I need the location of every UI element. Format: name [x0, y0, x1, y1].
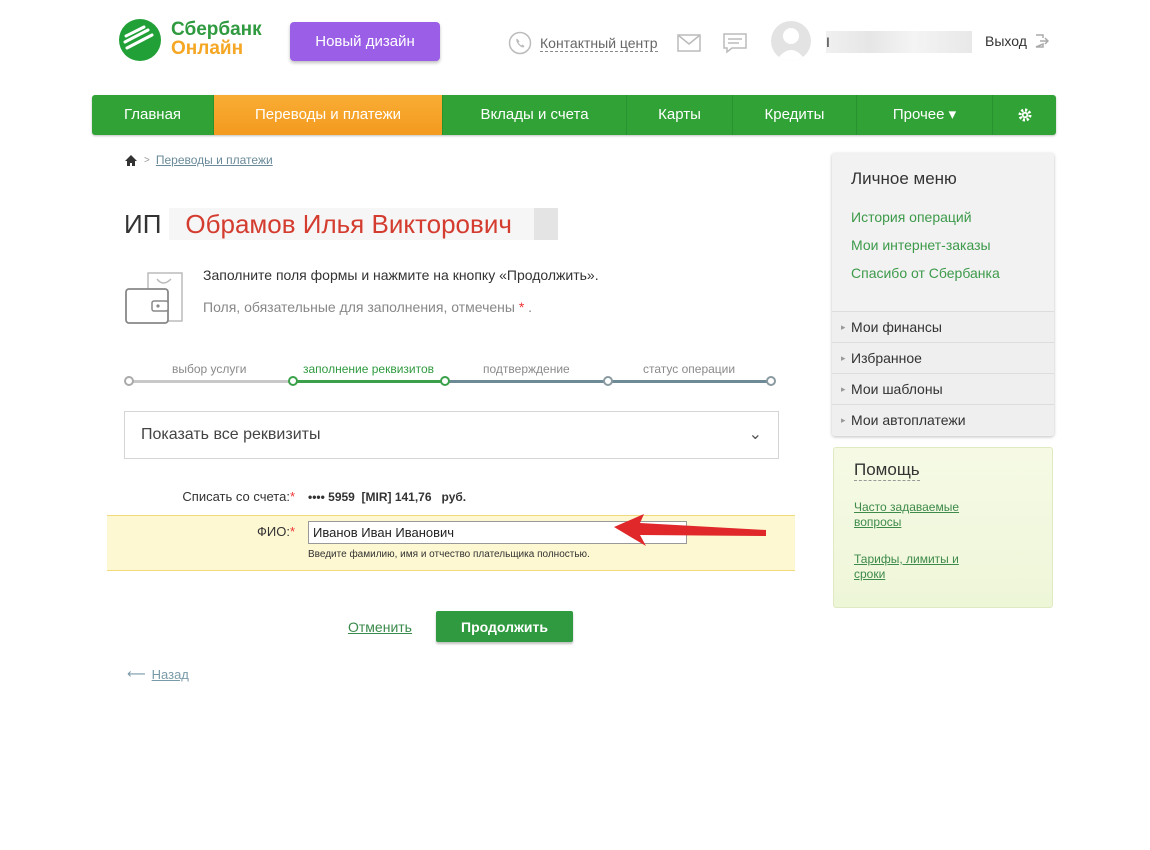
section-autopayments[interactable]: Мои автоплатежи [832, 404, 1054, 435]
step-label-service: выбор услуги [172, 362, 247, 376]
link-faq[interactable]: Часто задаваемые вопросы [854, 500, 984, 530]
debit-account-label: Списать со счета:* [140, 489, 295, 504]
title-prefix: ИП [124, 208, 162, 239]
sberbank-logo-icon[interactable] [118, 18, 162, 62]
required-note-dot: . [528, 299, 533, 315]
user-initial: I [826, 34, 830, 50]
gear-icon [1018, 108, 1031, 122]
cancel-link[interactable]: Отменить [348, 619, 412, 635]
logo-line1: Сбербанк [171, 19, 262, 40]
required-note-text: Поля, обязательные для заполнения, отмеч… [203, 299, 515, 315]
nav-item-cards[interactable]: Карты [627, 95, 733, 135]
chevron-down-icon: ⌄ [748, 426, 762, 443]
breadcrumb: > Переводы и платежи [124, 153, 273, 167]
nav-item-main[interactable]: Главная [92, 95, 214, 135]
avatar[interactable] [771, 21, 811, 61]
section-my-templates[interactable]: Мои шаблоны [832, 373, 1054, 404]
required-star: * [289, 489, 295, 504]
logout-link[interactable]: Выход [985, 33, 1049, 49]
nav-item-deposits[interactable]: Вклады и счета [443, 95, 627, 135]
nav-item-settings[interactable] [993, 95, 1056, 135]
link-spasibo[interactable]: Спасибо от Сбербанка [851, 265, 1000, 281]
red-arrow-annotation-icon [614, 514, 766, 546]
step-label-confirm: подтверждение [483, 362, 570, 376]
continue-button[interactable]: Продолжить [436, 611, 573, 642]
step-label-status: статус операции [643, 362, 736, 376]
instruction-text: Заполните поля формы и нажмите на кнопку… [203, 267, 599, 283]
logo-text[interactable]: Сбербанк Онлайн [171, 20, 262, 58]
arrow-left-icon: ⟵ [127, 666, 146, 681]
logout-label: Выход [985, 33, 1027, 49]
nav-item-transfers[interactable]: Переводы и платежи [214, 95, 443, 135]
section-favorites[interactable]: Избранное [832, 342, 1054, 373]
step-line-1 [128, 380, 292, 383]
fio-label-text: ФИО: [256, 524, 290, 539]
link-internet-orders[interactable]: Мои интернет-заказы [851, 237, 991, 253]
user-icon [776, 28, 806, 61]
wallet-form-icon [125, 272, 183, 324]
link-operations-history[interactable]: История операций [851, 209, 972, 225]
breadcrumb-transfers[interactable]: Переводы и платежи [156, 153, 273, 167]
nav-item-other[interactable]: Прочее ▾ [857, 95, 993, 135]
contact-center-link[interactable]: Контактный центр [508, 31, 658, 55]
fio-hint: Введите фамилию, имя и отчество плательщ… [308, 549, 590, 560]
help-title[interactable]: Помощь [854, 460, 920, 481]
chat-icon[interactable] [722, 32, 748, 54]
phone-icon [508, 31, 532, 55]
show-all-details-label: Показать все реквизиты [141, 426, 321, 443]
nav-item-credits[interactable]: Кредиты [733, 95, 857, 135]
section-my-finances[interactable]: Мои финансы [832, 311, 1054, 342]
required-star: * [289, 524, 295, 539]
user-name[interactable]: I [826, 31, 972, 53]
required-note: Поля, обязательные для заполнения, отмеч… [203, 299, 532, 315]
page-title: ИП Обрамов Илья Викторович [124, 208, 558, 240]
step-line-2 [292, 380, 445, 383]
logout-icon [1035, 34, 1049, 48]
step-dot-1 [124, 376, 134, 386]
progress-steps: выбор услуги заполнение реквизитов подтв… [124, 360, 780, 390]
debit-account-value: •••• 5959 [MIR] 141,76 руб. [308, 490, 467, 504]
new-design-button[interactable]: Новый дизайн [290, 22, 440, 61]
main-nav: Главная Переводы и платежи Вклады и счет… [92, 95, 1056, 135]
breadcrumb-separator-icon: > [144, 154, 150, 166]
step-dot-3 [440, 376, 450, 386]
step-dot-2 [288, 376, 298, 386]
step-label-details: заполнение реквизитов [303, 362, 435, 376]
back-label: Назад [151, 666, 189, 682]
step-dot-5 [766, 376, 776, 386]
mail-icon[interactable] [677, 34, 701, 52]
step-dot-4 [603, 376, 613, 386]
personal-menu-title: Личное меню [851, 169, 957, 188]
fio-label: ФИО:* [160, 524, 295, 539]
recipient-name: Обрамов Илья Викторович [169, 208, 558, 240]
debit-account-label-text: Списать со счета: [182, 489, 290, 504]
show-all-details-toggle[interactable]: Показать все реквизиты ⌄ [124, 411, 779, 459]
required-star: * [518, 299, 525, 315]
logo-line2: Онлайн [171, 38, 244, 59]
home-icon[interactable] [124, 154, 138, 167]
contact-center-label: Контактный центр [540, 34, 658, 52]
link-tariffs-limits[interactable]: Тарифы, лимиты и сроки [854, 552, 984, 582]
back-link[interactable]: ⟵ Назад [127, 666, 189, 682]
